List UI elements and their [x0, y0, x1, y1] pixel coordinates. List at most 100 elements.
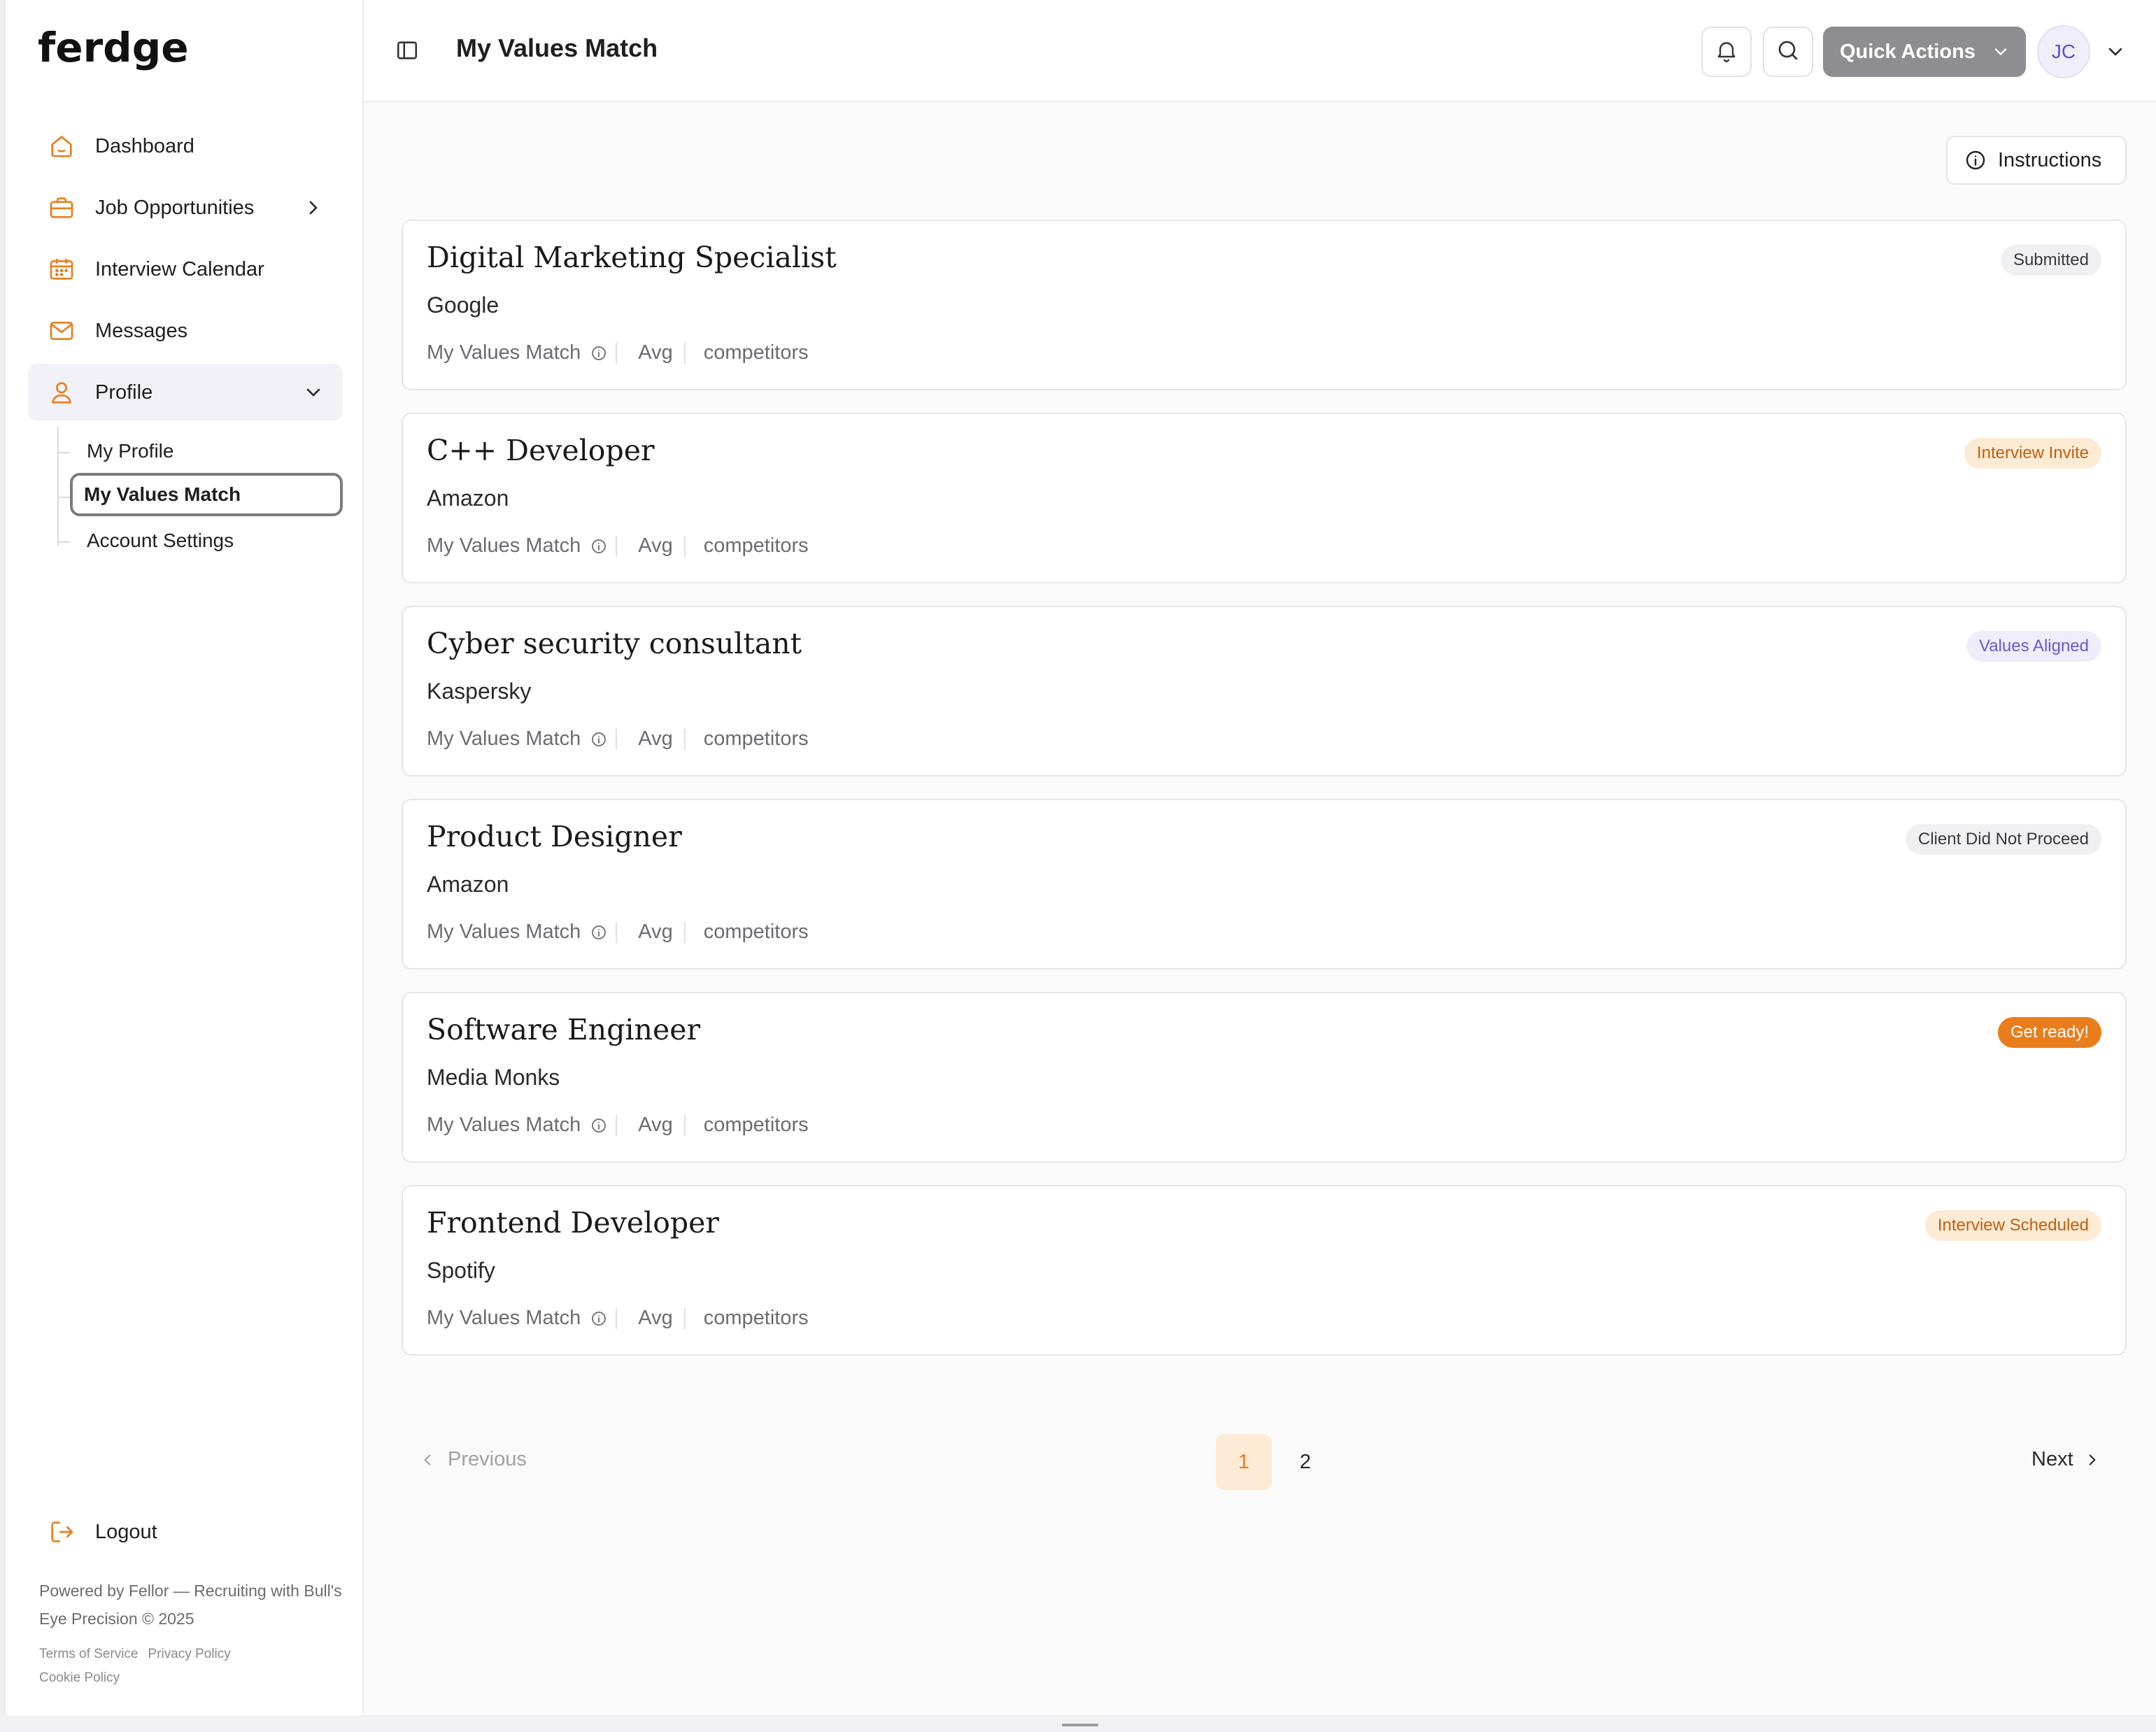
sidebar-item-job-opportunities[interactable]: Job Opportunities — [28, 179, 343, 236]
chevron-down-icon — [1991, 42, 2010, 62]
company-name: Amazon — [427, 872, 509, 897]
submenu-guide-line — [57, 427, 59, 546]
job-card[interactable]: Cyber security consultant Kaspersky Values… — [402, 606, 2127, 776]
chevron-right-icon — [302, 197, 325, 219]
avg-label: Avg — [638, 1307, 673, 1329]
sidebar-subitem-account-settings[interactable]: Account Settings — [73, 519, 234, 562]
chevron-left-icon — [418, 1450, 438, 1470]
job-card[interactable]: Product Designer Amazon Client Did Not Pro… — [402, 799, 2127, 970]
info-icon[interactable] — [590, 1310, 607, 1327]
bell-icon — [1714, 38, 1739, 66]
instructions-label: Instructions — [1998, 148, 2102, 171]
info-icon[interactable] — [590, 924, 607, 941]
values-match-label: My Values Match — [427, 921, 581, 943]
info-icon — [1964, 148, 1988, 172]
job-title[interactable]: Frontend Developer — [427, 1206, 719, 1240]
job-card[interactable]: C++ Developer Amazon Interview Invite My Va… — [402, 413, 2127, 583]
terms-link[interactable]: Terms of Service — [39, 1647, 138, 1661]
sidebar-item-messages[interactable]: Messages — [28, 302, 343, 360]
sidebar-item-label: Job Opportunities — [95, 196, 255, 219]
sidebar-item-label: Dashboard — [95, 134, 194, 157]
submenu-tick — [57, 541, 70, 543]
resize-handle[interactable] — [1062, 1724, 1098, 1726]
logout-button[interactable]: Logout — [28, 1504, 343, 1560]
divider — [683, 1114, 686, 1136]
divider — [683, 1307, 686, 1329]
submenu-tick — [57, 497, 70, 498]
divider — [616, 1114, 618, 1136]
status-badge: Get ready! — [1997, 1017, 2101, 1048]
sidebar-item-profile[interactable]: Profile — [28, 364, 343, 421]
legal-links: Terms of Service Privacy Policy Cookie Po… — [39, 1642, 347, 1690]
page-2-button[interactable]: 2 — [1277, 1434, 1333, 1490]
mail-icon — [46, 315, 77, 346]
privacy-link[interactable]: Privacy Policy — [148, 1647, 230, 1661]
values-match-meta: My Values Match Avg competitors — [427, 534, 809, 558]
job-card[interactable]: Frontend Developer Spotify Interview Sched… — [402, 1185, 2127, 1356]
notifications-button[interactable] — [1701, 27, 1752, 77]
divider — [683, 342, 686, 364]
quick-actions-button[interactable]: Quick Actions — [1823, 27, 2026, 77]
sidebar: ferdge Dashboard Job Opportunities Inter… — [6, 0, 364, 1715]
home-icon — [46, 131, 77, 162]
values-match-meta: My Values Match Avg competitors — [427, 1307, 809, 1330]
sidebar-item-dashboard[interactable]: Dashboard — [28, 118, 343, 175]
brand-logo[interactable]: ferdge — [38, 24, 189, 71]
values-match-meta: My Values Match Avg competitors — [427, 1114, 809, 1137]
account-menu-chevron-icon[interactable] — [2104, 41, 2127, 63]
status-badge: Client Did Not Proceed — [1905, 824, 2101, 855]
competitors-label: competitors — [703, 341, 809, 364]
divider — [683, 535, 686, 557]
avg-label: Avg — [638, 534, 673, 557]
sidebar-toggle-button[interactable] — [393, 36, 421, 64]
competitors-label: competitors — [703, 921, 809, 943]
values-match-label: My Values Match — [427, 727, 581, 750]
briefcase-icon — [46, 192, 77, 223]
chevron-down-icon — [302, 381, 325, 404]
job-card[interactable]: Software Engineer Media Monks Get ready! My… — [402, 992, 2127, 1163]
divider — [616, 1307, 618, 1329]
sidebar-item-label: Messages — [95, 319, 188, 342]
avatar[interactable]: JC — [2037, 25, 2090, 78]
job-title[interactable]: Product Designer — [427, 820, 682, 853]
search-icon — [1775, 38, 1801, 66]
info-icon[interactable] — [590, 731, 607, 748]
sidebar-subitem-my-profile[interactable]: My Profile — [73, 430, 173, 473]
next-page-button[interactable]: Next — [2031, 1448, 2103, 1471]
previous-label: Previous — [448, 1448, 527, 1470]
sidebar-item-interview-calendar[interactable]: Interview Calendar — [28, 241, 343, 298]
avg-label: Avg — [638, 727, 673, 750]
job-title[interactable]: Software Engineer — [427, 1013, 700, 1046]
divider — [616, 342, 618, 364]
chevron-right-icon — [2083, 1450, 2103, 1470]
divider — [683, 728, 686, 750]
sidebar-subitem-my-values-match[interactable]: My Values Match — [70, 473, 343, 516]
logout-icon — [46, 1517, 77, 1547]
company-name: Spotify — [427, 1258, 495, 1283]
avg-label: Avg — [638, 1114, 673, 1136]
info-icon[interactable] — [590, 1117, 607, 1134]
avg-label: Avg — [638, 341, 673, 364]
job-title[interactable]: Digital Marketing Specialist — [427, 241, 837, 274]
info-icon[interactable] — [590, 538, 607, 555]
values-match-meta: My Values Match Avg competitors — [427, 341, 809, 364]
info-icon[interactable] — [590, 345, 607, 362]
competitors-label: competitors — [703, 1307, 809, 1329]
job-card[interactable]: Digital Marketing Specialist Google Submit… — [402, 220, 2127, 390]
user-icon — [46, 377, 77, 408]
values-match-meta: My Values Match Avg competitors — [427, 921, 809, 944]
job-title[interactable]: Cyber security consultant — [427, 627, 802, 660]
values-match-meta: My Values Match Avg competitors — [427, 727, 809, 751]
company-name: Kaspersky — [427, 679, 532, 704]
previous-page-button[interactable]: Previous — [418, 1448, 527, 1471]
next-label: Next — [2031, 1448, 2073, 1470]
page-1-button[interactable]: 1 — [1216, 1434, 1272, 1490]
status-badge: Interview Invite — [1964, 438, 2101, 469]
cookie-link[interactable]: Cookie Policy — [39, 1670, 120, 1685]
search-button[interactable] — [1763, 27, 1813, 77]
company-name: Google — [427, 292, 499, 318]
instructions-button[interactable]: Instructions — [1946, 136, 2127, 185]
divider — [683, 921, 686, 943]
job-title[interactable]: C++ Developer — [427, 434, 655, 467]
competitors-label: competitors — [703, 727, 809, 750]
